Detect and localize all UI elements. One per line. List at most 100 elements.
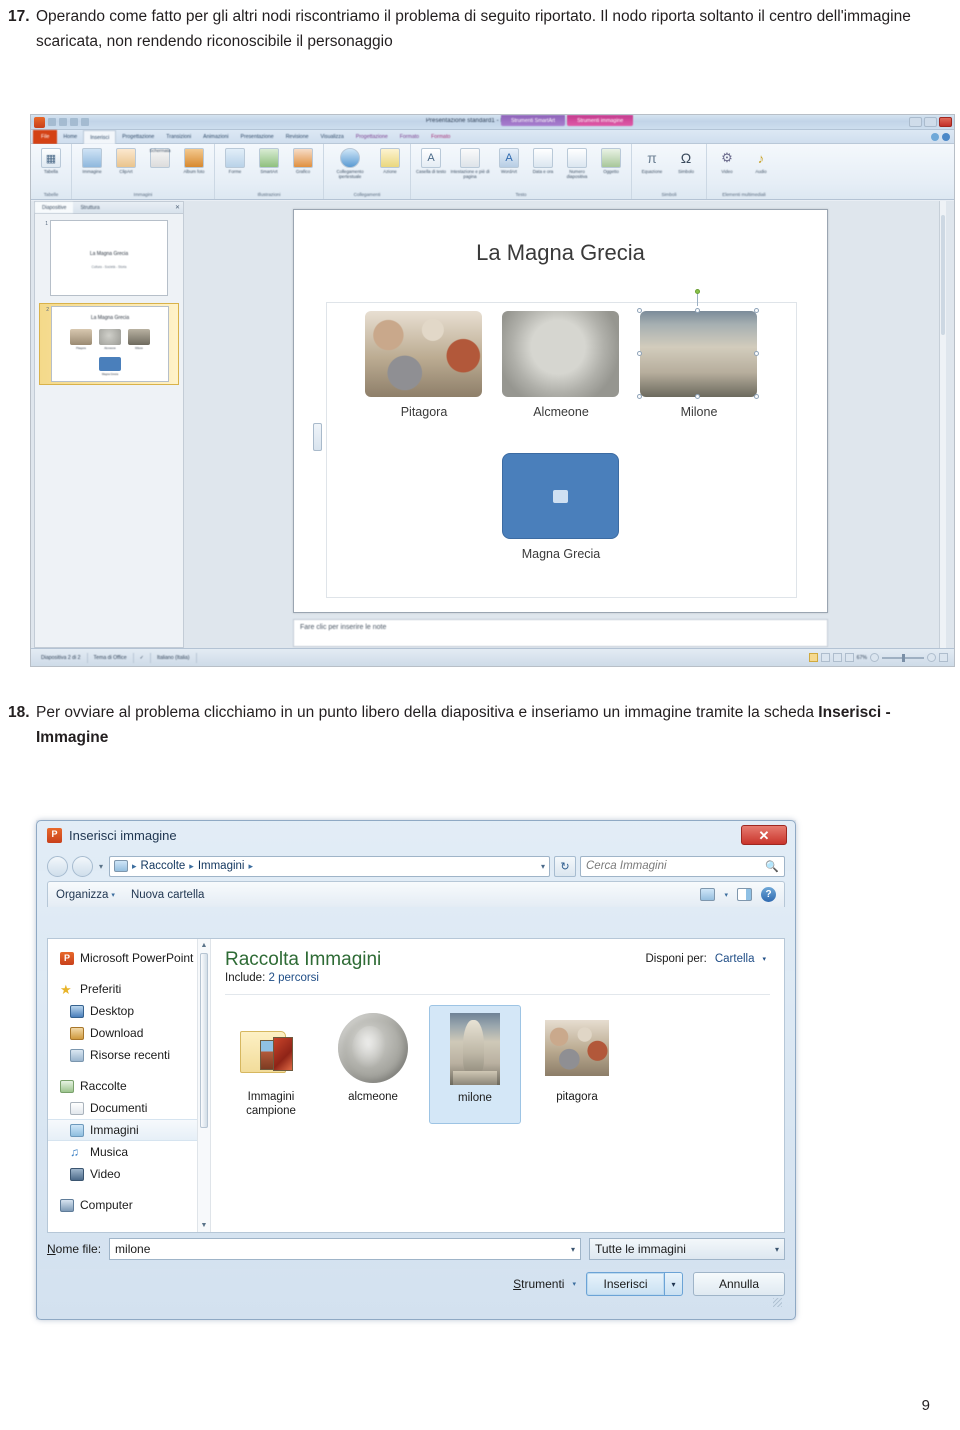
history-chevron-down-icon[interactable]: ▾ — [97, 862, 105, 871]
tab-visualizza[interactable]: Visualizza — [314, 130, 349, 144]
file-item-milone[interactable]: milone — [429, 1005, 521, 1124]
nav-item-documenti[interactable]: Documenti — [48, 1097, 210, 1119]
breadcrumb-immagini[interactable]: Immagini — [198, 860, 245, 872]
reading-view-icon[interactable] — [832, 653, 842, 662]
navigation-scrollbar-thumb[interactable] — [200, 953, 208, 1128]
slideshow-icon[interactable] — [844, 653, 854, 662]
nav-item-risorse-recenti[interactable]: Risorse recenti — [48, 1044, 210, 1066]
handle-bottom-center[interactable] — [695, 394, 700, 399]
ribbon-button-casella-testo[interactable]: A Casella di testo — [414, 146, 448, 174]
zoom-in-icon[interactable] — [927, 653, 936, 662]
forward-arrow-icon[interactable] — [72, 855, 93, 877]
arrange-chevron-down-icon[interactable]: ▾ — [762, 955, 766, 963]
change-view-icon[interactable] — [700, 888, 716, 901]
scrollbar-thumb[interactable] — [941, 215, 945, 335]
tab-diapositive[interactable]: Diapositive — [35, 202, 74, 213]
new-folder-button[interactable]: Nuova cartella — [131, 889, 205, 901]
ribbon-button-simbolo[interactable]: Ω Simbolo — [669, 146, 703, 174]
nav-item-immagini[interactable]: Immagini — [48, 1119, 210, 1141]
tab-presentazione[interactable]: Presentazione — [235, 130, 280, 144]
ribbon-button-collegamento[interactable]: Collegamento ipertestuale — [327, 146, 373, 180]
breadcrumb-raccolte[interactable]: Raccolte — [141, 860, 186, 872]
rotate-handle[interactable] — [695, 289, 700, 294]
ribbon-button-video[interactable]: ⚙ Video — [710, 146, 744, 174]
scroll-up-icon[interactable]: ▲ — [198, 939, 210, 952]
help-icon[interactable] — [942, 133, 950, 141]
tools-button[interactable]: Strumenti ▾ — [513, 1277, 576, 1291]
handle-bottom-right[interactable] — [754, 394, 759, 399]
filetype-chevron-down-icon[interactable]: ▾ — [775, 1245, 779, 1254]
restore-icon[interactable] — [924, 117, 937, 127]
search-icon[interactable]: 🔍 — [765, 860, 779, 873]
resize-grip-icon[interactable] — [773, 1298, 782, 1307]
arrange-by-value[interactable]: Cartella — [715, 953, 755, 965]
nav-item-desktop[interactable]: Desktop — [48, 1000, 210, 1022]
insert-button[interactable]: Inserisci — [586, 1272, 664, 1296]
file-item-pitagora[interactable]: pitagora — [531, 1005, 623, 1124]
insert-chevron-down-icon[interactable]: ▾ — [664, 1272, 683, 1296]
file-item-immagini-campione[interactable]: Immagini campione — [225, 1005, 317, 1124]
close-icon[interactable] — [939, 117, 952, 127]
tab-home[interactable]: Home — [57, 130, 83, 144]
library-include-value[interactable]: 2 percorsi — [268, 972, 319, 984]
breadcrumb-separator-0[interactable]: ▸ — [132, 861, 137, 872]
status-theme[interactable]: Tema di Office — [88, 652, 134, 663]
handle-top-center[interactable] — [695, 308, 700, 313]
ribbon-button-oggetto[interactable]: Oggetto — [594, 146, 628, 174]
zoom-slider-knob[interactable] — [902, 653, 905, 662]
ribbon-button-clipart[interactable]: ClipArt — [109, 146, 143, 174]
smartart-graphic[interactable]: Pitagora Alcmeone Milone Magna Grecia — [313, 289, 797, 598]
smartart-picture-pitagora[interactable] — [365, 311, 482, 397]
slide-thumbnail-2[interactable]: 2 La Magna Grecia Pitagora Alcmeone Milo… — [39, 303, 179, 385]
cancel-button[interactable]: Annulla — [693, 1272, 785, 1296]
scroll-down-icon[interactable]: ▼ — [198, 1219, 210, 1232]
tab-struttura[interactable]: Struttura — [73, 202, 106, 213]
address-chevron-down-icon[interactable]: ▾ — [541, 862, 545, 871]
tab-smartart-formato[interactable]: Formato — [394, 130, 425, 144]
tab-smartart-progettazione[interactable]: Progettazione — [350, 130, 394, 144]
filename-chevron-down-icon[interactable]: ▾ — [571, 1245, 575, 1254]
tab-progettazione[interactable]: Progettazione — [116, 130, 160, 144]
search-box[interactable]: Cerca Immagini 🔍 — [580, 855, 785, 877]
spellcheck-icon[interactable]: ✓ — [134, 652, 151, 663]
organize-button[interactable]: Organizza ▾ — [56, 889, 115, 901]
handle-mid-right[interactable] — [754, 351, 759, 356]
ribbon-button-equazione[interactable]: π Equazione — [635, 146, 669, 174]
handle-mid-left[interactable] — [637, 351, 642, 356]
ribbon-button-data-ora[interactable]: Data e ora — [526, 146, 560, 174]
ribbon-button-wordart[interactable]: A WordArt — [492, 146, 526, 174]
ribbon-button-azione[interactable]: Azione — [373, 146, 407, 174]
window-buttons[interactable] — [909, 117, 952, 127]
status-language[interactable]: Italiano (Italia) — [151, 652, 197, 663]
fit-slide-icon[interactable] — [939, 653, 948, 662]
tools-chevron-down-icon[interactable]: ▾ — [572, 1280, 576, 1288]
back-arrow-icon[interactable] — [47, 855, 68, 877]
tab-file[interactable]: File — [33, 130, 58, 144]
close-pane-icon[interactable]: ✕ — [175, 204, 180, 212]
filename-input[interactable]: milone ▾ — [109, 1238, 581, 1260]
tab-inserisci[interactable]: Inserisci — [83, 130, 117, 144]
nav-item-video[interactable]: Video — [48, 1163, 210, 1185]
ribbon-button-numero-diapositiva[interactable]: Numero diapositiva — [560, 146, 594, 180]
close-icon[interactable]: ✕ — [741, 825, 787, 845]
nav-item-download[interactable]: Download — [48, 1022, 210, 1044]
handle-top-left[interactable] — [637, 308, 642, 313]
smartart-picture-alcmeone[interactable] — [502, 311, 619, 397]
arrange-by-control[interactable]: Disponi per: Cartella ▾ — [645, 953, 766, 965]
ribbon-button-audio[interactable]: ♪ Audio — [744, 146, 778, 175]
tab-transizioni[interactable]: Transizioni — [160, 130, 197, 144]
smartart-text-pane-toggle[interactable] — [313, 423, 322, 451]
smartart-picture-milone[interactable] — [640, 311, 757, 397]
smartart-caption-magna-grecia[interactable]: Magna Grecia — [496, 547, 626, 561]
nav-item-preferiti[interactable]: ★ Preferiti — [48, 978, 210, 1000]
search-input[interactable]: Cerca Immagini — [586, 860, 765, 872]
ribbon-button-tabella[interactable]: ▦ Tabella — [34, 146, 68, 174]
zoom-out-icon[interactable] — [870, 653, 879, 662]
slide-vertical-scrollbar[interactable] — [939, 201, 946, 648]
ribbon-help-controls[interactable] — [931, 133, 950, 141]
nav-item-raccolte[interactable]: Raccolte — [48, 1075, 210, 1097]
filetype-select[interactable]: Tutte le immagini ▾ — [589, 1238, 785, 1260]
ribbon-button-album-foto[interactable]: Album foto — [177, 146, 211, 174]
breadcrumb-separator-1[interactable]: ▸ — [189, 861, 194, 872]
refresh-icon[interactable]: ↻ — [554, 855, 576, 877]
